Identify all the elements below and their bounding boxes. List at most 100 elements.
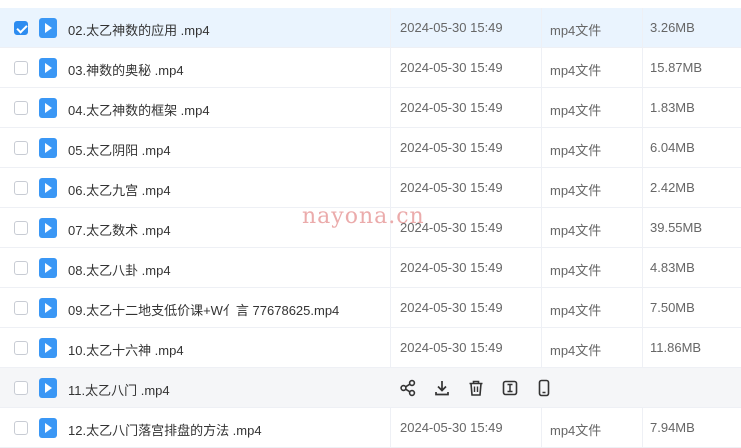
column-divider [390,88,391,127]
file-row[interactable]: 03.神数的奥秘 .mp4 2024-05-30 15:49 mp4文件 15.… [0,48,741,88]
file-type: mp4文件 [550,223,602,238]
file-name[interactable]: 09.太乙十二地支低价课+W亻言 77678625.mp4 [68,300,339,319]
file-row[interactable]: 05.太乙阴阳 .mp4 2024-05-30 15:49 mp4文件 6.04… [0,128,741,168]
file-name[interactable]: 11.太乙八门 .mp4 [68,380,170,399]
column-divider [390,408,391,447]
column-divider [541,8,542,47]
file-size: 3.26MB [650,20,695,35]
file-row[interactable]: 10.太乙十六神 .mp4 2024-05-30 15:49 mp4文件 11.… [0,328,741,368]
column-divider [390,328,391,367]
row-checkbox[interactable] [14,221,28,235]
file-name[interactable]: 02.太乙神数的应用 .mp4 [68,20,210,39]
column-divider [642,208,643,247]
video-file-icon [39,418,57,438]
column-divider [390,168,391,207]
file-name[interactable]: 10.太乙十六神 .mp4 [68,340,184,359]
download-icon[interactable] [433,379,451,397]
column-divider [541,248,542,287]
video-file-icon [39,18,57,38]
row-checkbox[interactable] [14,101,28,115]
file-row[interactable]: 09.太乙十二地支低价课+W亻言 77678625.mp4 2024-05-30… [0,288,741,328]
file-row[interactable]: 02.太乙神数的应用 .mp4 2024-05-30 15:49 mp4文件 3… [0,8,741,48]
file-row-hovered[interactable]: 11.太乙八门 .mp4 [0,368,741,408]
row-checkbox[interactable] [14,141,28,155]
file-name[interactable]: 05.太乙阴阳 .mp4 [68,140,171,159]
column-divider [390,248,391,287]
column-divider [390,128,391,167]
column-divider [390,8,391,47]
column-divider [541,208,542,247]
column-divider [642,288,643,327]
row-checkbox[interactable] [14,261,28,275]
file-type: mp4文件 [550,343,602,358]
file-size: 15.87MB [650,60,703,75]
file-size: 6.04MB [650,140,695,155]
column-divider [541,168,542,207]
column-divider [541,48,542,87]
video-file-icon [39,338,57,358]
row-checkbox[interactable] [14,381,28,395]
video-file-icon [39,178,57,198]
file-date: 2024-05-30 15:49 [400,260,503,275]
file-row[interactable]: 08.太乙八卦 .mp4 2024-05-30 15:49 mp4文件 4.83… [0,248,741,288]
column-divider [541,128,542,167]
row-checkbox[interactable] [14,181,28,195]
column-divider [642,128,643,167]
file-type: mp4文件 [550,143,602,158]
file-row[interactable]: 04.太乙神数的框架 .mp4 2024-05-30 15:49 mp4文件 1… [0,88,741,128]
file-date: 2024-05-30 15:49 [400,300,503,315]
file-size: 1.83MB [650,100,695,115]
file-name[interactable]: 08.太乙八卦 .mp4 [68,260,171,279]
file-type: mp4文件 [550,263,602,278]
file-type: mp4文件 [550,423,602,438]
file-size: 7.50MB [650,300,695,315]
column-divider [390,288,391,327]
file-row[interactable]: 06.太乙九宫 .mp4 2024-05-30 15:49 mp4文件 2.42… [0,168,741,208]
file-name[interactable]: 12.太乙八门落宫排盘的方法 .mp4 [68,420,262,439]
file-date: 2024-05-30 15:49 [400,180,503,195]
video-file-icon [39,258,57,278]
column-divider [541,408,542,447]
column-divider [541,328,542,367]
delete-icon[interactable] [467,379,485,397]
file-type: mp4文件 [550,23,602,38]
rename-icon[interactable] [501,379,519,397]
row-checkbox[interactable] [14,301,28,315]
video-file-icon [39,298,57,318]
file-name[interactable]: 03.神数的奥秘 .mp4 [68,60,184,79]
video-file-icon [39,98,57,118]
row-checkbox[interactable] [14,341,28,355]
mobile-icon[interactable] [535,379,553,397]
file-name[interactable]: 04.太乙神数的框架 .mp4 [68,100,210,119]
video-file-icon [39,218,57,238]
file-type: mp4文件 [550,303,602,318]
file-name[interactable]: 07.太乙数术 .mp4 [68,220,171,239]
file-date: 2024-05-30 15:49 [400,340,503,355]
video-file-icon [39,58,57,78]
column-divider [642,168,643,207]
file-size: 4.83MB [650,260,695,275]
file-size: 2.42MB [650,180,695,195]
file-date: 2024-05-30 15:49 [400,20,503,35]
file-name[interactable]: 06.太乙九宫 .mp4 [68,180,171,199]
row-checkbox[interactable] [14,21,28,35]
column-divider [390,48,391,87]
file-date: 2024-05-30 15:49 [400,140,503,155]
file-date: 2024-05-30 15:49 [400,60,503,75]
file-size: 39.55MB [650,220,703,235]
column-divider [541,288,542,327]
row-checkbox[interactable] [14,61,28,75]
column-divider [642,328,643,367]
file-date: 2024-05-30 15:49 [400,100,503,115]
column-divider [642,408,643,447]
file-type: mp4文件 [550,63,602,78]
video-file-icon [39,378,57,398]
share-icon[interactable] [399,379,417,397]
file-type: mp4文件 [550,103,602,118]
file-row[interactable]: 12.太乙八门落宫排盘的方法 .mp4 2024-05-30 15:49 mp4… [0,408,741,448]
column-divider [541,88,542,127]
file-size: 11.86MB [650,340,702,355]
column-divider [642,88,643,127]
video-file-icon [39,138,57,158]
column-divider [642,248,643,287]
